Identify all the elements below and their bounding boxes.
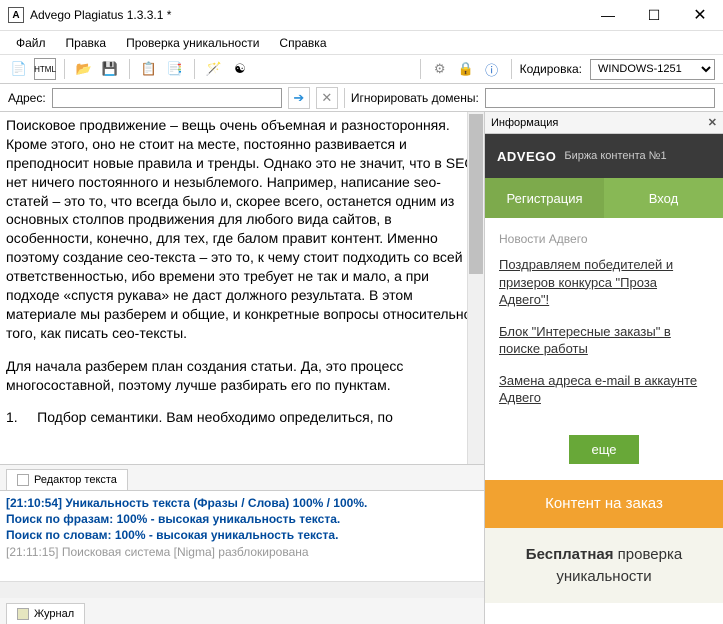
log-panel[interactable]: [21:10:54] Уникальность текста (Фразы / … (0, 491, 484, 581)
brand-slogan: Биржа контента №1 (564, 150, 666, 162)
separator (129, 59, 130, 79)
vertical-scrollbar[interactable] (467, 112, 484, 464)
log-tabs: Журнал (0, 598, 484, 624)
menu-bar: Файл Правка Проверка уникальности Справк… (0, 30, 723, 54)
gear-icon[interactable]: ⚙ (429, 58, 451, 80)
new-document-icon[interactable]: 📄 (8, 58, 30, 80)
menu-file[interactable]: Файл (8, 32, 54, 54)
editor-tabs: Редактор текста (0, 465, 484, 491)
maximize-button[interactable]: ☐ (631, 0, 677, 30)
log-line: [21:11:15] Поисковая система [Nigma] раз… (6, 544, 478, 560)
encoding-select[interactable]: WINDOWS-1251 (590, 59, 715, 80)
editor-paragraph: Поисковое продвижение – вещь очень объем… (6, 116, 478, 343)
brand-name: ADVEGO (497, 149, 556, 164)
copy-icon[interactable]: 📑 (164, 58, 186, 80)
html-icon[interactable]: HTML (34, 58, 56, 80)
news-heading: Новости Адвего (499, 232, 709, 246)
app-icon: A (8, 7, 24, 23)
wand-icon[interactable]: 🪄 (203, 58, 225, 80)
open-icon[interactable]: 📂 (73, 58, 95, 80)
window-title: Advego Plagiatus 1.3.3.1 * (30, 8, 585, 22)
separator (420, 59, 421, 79)
ignore-domains-label: Игнорировать домены: (351, 91, 479, 105)
close-button[interactable]: ✕ (677, 0, 723, 30)
log-line: Поиск по словам: 100% - высокая уникальн… (6, 527, 478, 543)
more-button[interactable]: еще (569, 435, 638, 464)
log-line: [21:10:54] Уникальность текста (Фразы / … (6, 495, 478, 511)
panel-close-icon[interactable]: ✕ (708, 116, 717, 129)
news-link[interactable]: Замена адреса e-mail в аккаунте Адвего (499, 372, 709, 407)
info-icon[interactable]: ⓘ (481, 58, 503, 80)
address-bar: Адрес: ➔ ✕ Игнорировать домены: (0, 84, 723, 112)
menu-help[interactable]: Справка (271, 32, 334, 54)
separator (194, 59, 195, 79)
tab-journal[interactable]: Журнал (6, 603, 85, 624)
order-content-button[interactable]: Контент на заказ (485, 480, 723, 528)
tab-text-editor[interactable]: Редактор текста (6, 469, 128, 490)
address-label: Адрес: (8, 91, 46, 105)
tab-label: Редактор текста (34, 474, 117, 486)
info-panel: Информация ✕ ADVEGO Биржа контента №1 Ре… (485, 112, 723, 624)
text-editor[interactable]: Поисковое продвижение – вещь очень объем… (0, 112, 484, 465)
cancel-icon[interactable]: ✕ (316, 87, 338, 109)
separator (511, 59, 512, 79)
advego-brand-bar: ADVEGO Биржа контента №1 (485, 134, 723, 178)
separator (64, 59, 65, 79)
toolbar: 📄 HTML 📂 💾 📋 📑 🪄 ☯ ⚙ 🔒 ⓘ Кодировка: WIND… (0, 54, 723, 84)
paste-icon[interactable]: 📋 (138, 58, 160, 80)
tab-label: Журнал (34, 608, 74, 620)
lock-icon[interactable]: 🔒 (455, 58, 477, 80)
address-input[interactable] (52, 88, 282, 108)
login-button[interactable]: Вход (604, 178, 723, 218)
ignore-domains-input[interactable] (485, 88, 715, 108)
title-bar: A Advego Plagiatus 1.3.3.1 * — ☐ ✕ (0, 0, 723, 30)
go-arrow-icon[interactable]: ➔ (288, 87, 310, 109)
encoding-label: Кодировка: (520, 62, 582, 76)
menu-edit[interactable]: Правка (58, 32, 115, 54)
journal-icon (17, 608, 29, 620)
minimize-button[interactable]: — (585, 0, 631, 30)
document-icon (17, 474, 29, 486)
editor-paragraph: Для начала разберем план создания статьи… (6, 357, 478, 395)
info-header-title: Информация (491, 117, 558, 129)
menu-check-uniqueness[interactable]: Проверка уникальности (118, 32, 267, 54)
save-icon[interactable]: 💾 (99, 58, 121, 80)
editor-list-item: 1. Подбор семантики. Вам необходимо опре… (6, 408, 478, 427)
log-line: Поиск по фразам: 100% - высокая уникальн… (6, 511, 478, 527)
free-check-banner[interactable]: Бесплатная проверка уникальности (485, 528, 723, 604)
news-link[interactable]: Блок "Интересные заказы" в поиске работы (499, 323, 709, 358)
news-link[interactable]: Поздравляем победителей и призеров конку… (499, 256, 709, 309)
register-button[interactable]: Регистрация (485, 178, 604, 218)
horizontal-scrollbar[interactable] (0, 581, 484, 598)
yinyang-icon[interactable]: ☯ (229, 58, 251, 80)
